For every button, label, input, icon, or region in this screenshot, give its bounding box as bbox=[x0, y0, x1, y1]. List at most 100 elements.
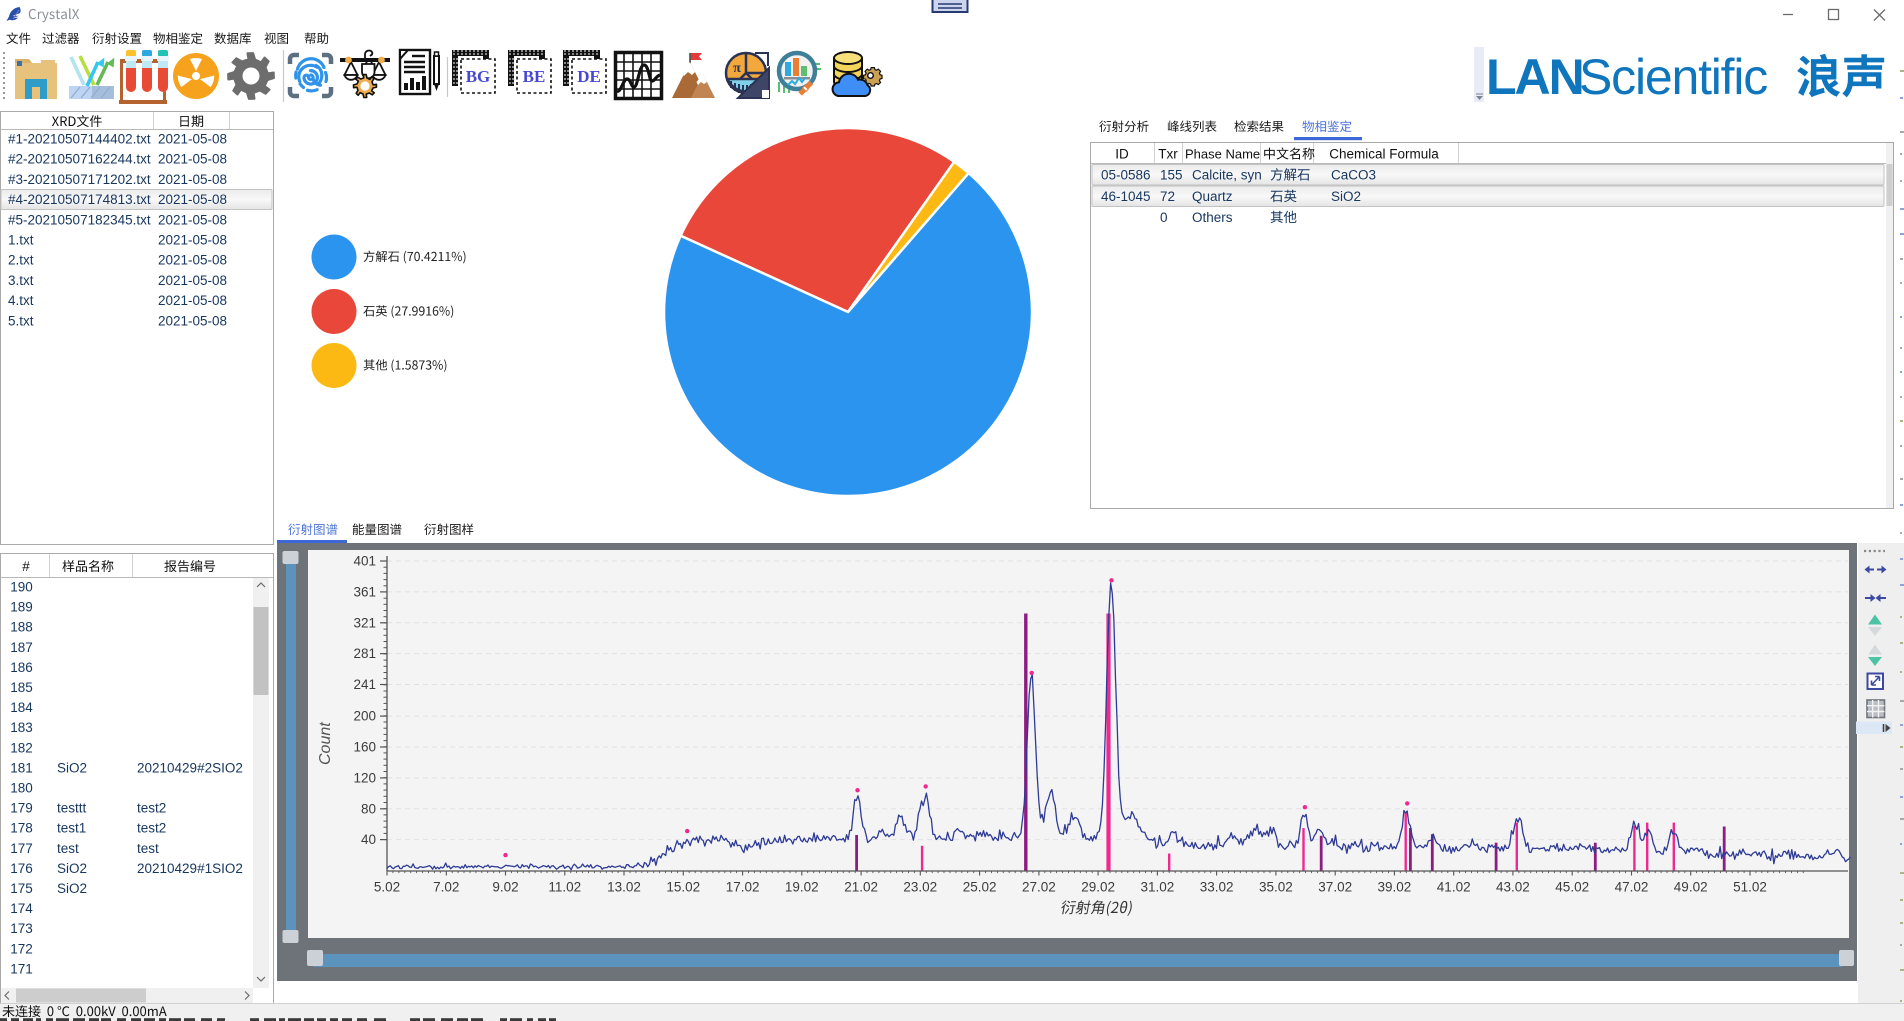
svg-text:181: 181 bbox=[10, 760, 33, 775]
svg-text:2021-05-08: 2021-05-08 bbox=[158, 253, 227, 268]
svg-text:37.02: 37.02 bbox=[1318, 880, 1352, 895]
svg-text:Txr: Txr bbox=[1158, 147, 1178, 162]
svg-text:51.02: 51.02 bbox=[1733, 880, 1767, 895]
svg-text:45.02: 45.02 bbox=[1555, 880, 1589, 895]
svg-text:2021-05-08: 2021-05-08 bbox=[158, 212, 227, 227]
svg-text:4.txt: 4.txt bbox=[8, 293, 34, 308]
svg-text:179: 179 bbox=[10, 801, 33, 816]
svg-text:41.02: 41.02 bbox=[1437, 880, 1471, 895]
svg-text:200: 200 bbox=[353, 709, 376, 724]
svg-text:183: 183 bbox=[10, 720, 33, 735]
svg-text:171: 171 bbox=[10, 961, 33, 976]
svg-text:9.02: 9.02 bbox=[492, 880, 518, 895]
svg-text:177: 177 bbox=[10, 841, 33, 856]
svg-text:187: 187 bbox=[10, 640, 33, 655]
svg-text:π: π bbox=[733, 61, 741, 76]
svg-text:120: 120 bbox=[353, 770, 376, 785]
svg-text:BE: BE bbox=[523, 67, 546, 86]
svg-text:Count: Count bbox=[317, 722, 334, 765]
svg-text:49.02: 49.02 bbox=[1674, 880, 1708, 895]
svg-text:DE: DE bbox=[577, 67, 601, 86]
svg-text:35.02: 35.02 bbox=[1259, 880, 1293, 895]
svg-text:241: 241 bbox=[353, 677, 376, 692]
svg-text:2021-05-08: 2021-05-08 bbox=[158, 233, 227, 248]
svg-text:27.02: 27.02 bbox=[1022, 880, 1056, 895]
svg-text:SiO2: SiO2 bbox=[1331, 189, 1361, 204]
svg-text:SiO2: SiO2 bbox=[57, 760, 87, 775]
svg-text:25.02: 25.02 bbox=[963, 880, 997, 895]
svg-text:#5-20210507182345.txt: #5-20210507182345.txt bbox=[8, 212, 151, 227]
svg-text:5.txt: 5.txt bbox=[8, 313, 34, 328]
svg-text:321: 321 bbox=[353, 615, 376, 630]
svg-text:LAN: LAN bbox=[1486, 49, 1583, 105]
svg-text:361: 361 bbox=[353, 584, 376, 599]
svg-text:2021-05-08: 2021-05-08 bbox=[158, 192, 227, 207]
svg-text:Phase Name: Phase Name bbox=[1185, 147, 1260, 162]
svg-text:test2: test2 bbox=[137, 801, 166, 816]
svg-text:#: # bbox=[22, 559, 30, 574]
svg-text:182: 182 bbox=[10, 740, 33, 755]
svg-text:174: 174 bbox=[10, 901, 33, 916]
svg-text:15.02: 15.02 bbox=[666, 880, 700, 895]
svg-text:31.02: 31.02 bbox=[1141, 880, 1175, 895]
svg-text:Calcite, syn: Calcite, syn bbox=[1192, 168, 1262, 183]
svg-text:#1-20210507144402.txt: #1-20210507144402.txt bbox=[8, 132, 151, 147]
svg-text:281: 281 bbox=[353, 646, 376, 661]
svg-text:178: 178 bbox=[10, 821, 33, 836]
svg-text:23.02: 23.02 bbox=[903, 880, 937, 895]
svg-text:13.02: 13.02 bbox=[607, 880, 641, 895]
svg-text:#3-20210507171202.txt: #3-20210507171202.txt bbox=[8, 172, 151, 187]
svg-text:184: 184 bbox=[10, 700, 33, 715]
svg-text:Chemical Formula: Chemical Formula bbox=[1329, 147, 1439, 162]
svg-text:test1: test1 bbox=[57, 821, 86, 836]
svg-text:Quartz: Quartz bbox=[1192, 189, 1233, 204]
svg-text:186: 186 bbox=[10, 660, 33, 675]
svg-text:185: 185 bbox=[10, 680, 33, 695]
svg-text:ID: ID bbox=[1115, 147, 1129, 162]
svg-text:test2: test2 bbox=[137, 821, 166, 836]
svg-text:2021-05-08: 2021-05-08 bbox=[158, 273, 227, 288]
svg-text:SiO2: SiO2 bbox=[57, 861, 87, 876]
svg-text:173: 173 bbox=[10, 921, 33, 936]
svg-text:46-1045: 46-1045 bbox=[1101, 189, 1151, 204]
svg-text:175: 175 bbox=[10, 881, 33, 896]
svg-text:11.02: 11.02 bbox=[548, 880, 581, 895]
svg-text:155: 155 bbox=[1160, 168, 1183, 183]
svg-text:test: test bbox=[57, 841, 79, 856]
svg-text:#2-20210507162244.txt: #2-20210507162244.txt bbox=[8, 152, 151, 167]
svg-text:21.02: 21.02 bbox=[844, 880, 878, 895]
svg-text:7.02: 7.02 bbox=[433, 880, 459, 895]
svg-text:47.02: 47.02 bbox=[1615, 880, 1649, 895]
svg-text:19.02: 19.02 bbox=[785, 880, 819, 895]
svg-text:33.02: 33.02 bbox=[1200, 880, 1234, 895]
svg-text:test: test bbox=[137, 841, 159, 856]
svg-text:17.02: 17.02 bbox=[726, 880, 760, 895]
svg-text:401: 401 bbox=[353, 554, 376, 569]
svg-text:2021-05-08: 2021-05-08 bbox=[158, 172, 227, 187]
svg-text:2021-05-08: 2021-05-08 bbox=[158, 152, 227, 167]
svg-text:2021-05-08: 2021-05-08 bbox=[158, 313, 227, 328]
svg-text:189: 189 bbox=[10, 600, 33, 615]
svg-text:39.02: 39.02 bbox=[1378, 880, 1412, 895]
svg-text:#4-20210507174813.txt: #4-20210507174813.txt bbox=[8, 192, 151, 207]
svg-text:5.02: 5.02 bbox=[374, 880, 400, 895]
svg-text:20210429#2SIO2: 20210429#2SIO2 bbox=[137, 760, 243, 775]
svg-text:20210429#1SIO2: 20210429#1SIO2 bbox=[137, 861, 243, 876]
svg-text:72: 72 bbox=[1160, 189, 1175, 204]
svg-text:testtt: testtt bbox=[57, 801, 87, 816]
svg-text:190: 190 bbox=[10, 580, 33, 595]
svg-text:05-0586: 05-0586 bbox=[1101, 168, 1151, 183]
svg-text:40: 40 bbox=[361, 832, 376, 847]
svg-text:180: 180 bbox=[10, 781, 33, 796]
svg-text:172: 172 bbox=[10, 941, 33, 956]
svg-text:2021-05-08: 2021-05-08 bbox=[158, 293, 227, 308]
svg-text:2.txt: 2.txt bbox=[8, 253, 34, 268]
svg-text:1.txt: 1.txt bbox=[8, 233, 34, 248]
svg-text:43.02: 43.02 bbox=[1496, 880, 1530, 895]
svg-text:29.02: 29.02 bbox=[1081, 880, 1115, 895]
svg-text:160: 160 bbox=[353, 740, 376, 755]
svg-text:80: 80 bbox=[361, 801, 376, 816]
svg-text:BG: BG bbox=[466, 67, 491, 86]
svg-text:2021-05-08: 2021-05-08 bbox=[158, 132, 227, 147]
svg-text:Others: Others bbox=[1192, 210, 1233, 225]
